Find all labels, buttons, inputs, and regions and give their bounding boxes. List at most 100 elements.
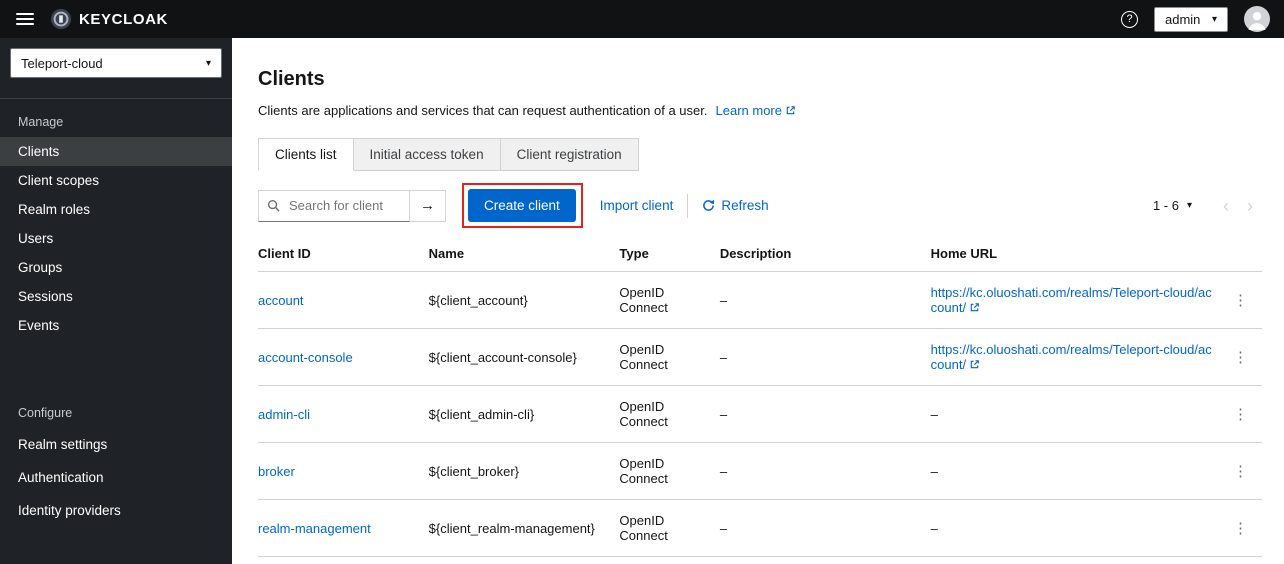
client-description: – [719,499,931,557]
client-name: ${client_account-console} [428,328,620,386]
tab-clients-list[interactable]: Clients list [258,138,354,171]
tab-bar: Clients list Initial access token Client… [258,138,639,171]
refresh-icon [703,199,715,211]
client-name: ${client_realm-management} [428,499,620,557]
client-type: OpenID Connect [619,385,720,443]
brand-text: KEYCLOAK [79,10,168,28]
kebab-menu-icon[interactable]: ⋮ [1229,293,1252,308]
home-url-empty: – [930,406,938,422]
user-menu-dropdown[interactable]: admin ▾ [1154,6,1228,32]
sidebar-item-authentication[interactable]: Authentication [0,461,232,494]
client-type: OpenID Connect [619,271,720,329]
clients-table: Client ID Name Type Description Home URL… [258,236,1262,564]
user-menu-label: admin [1165,11,1201,27]
client-description: – [719,556,931,564]
home-url-empty: – [930,520,938,536]
table-row: broker ${client_broker} OpenID Connect –… [258,442,1262,500]
pagination-next-button[interactable]: › [1238,197,1262,215]
create-client-annotation-box: Create client [462,183,583,228]
sidebar-item-clients[interactable]: Clients [0,137,232,166]
pagination-prev-button[interactable]: ‹ [1214,197,1238,215]
tab-client-registration[interactable]: Client registration [500,138,639,171]
main-content: Clients Clients are applications and ser… [232,38,1284,564]
client-id-link[interactable]: admin-cli [258,407,310,422]
refresh-button[interactable]: Refresh [702,198,769,213]
avatar[interactable] [1244,6,1270,32]
pagination-range-dropdown[interactable]: 1 - 6 ▾ [1153,198,1192,213]
sidebar-item-sessions[interactable]: Sessions [0,282,232,311]
realm-selector-dropdown[interactable]: Teleport-cloud ▾ [10,48,222,78]
client-name: ${client_broker} [428,442,620,500]
search-submit-button[interactable]: → [410,189,446,222]
sidebar-item-realm-roles[interactable]: Realm roles [0,195,232,224]
home-url-link[interactable]: https://kc.oluoshati.com/realms/Teleport… [931,342,1212,372]
client-description: – [719,328,931,386]
toolbar: → Create client Import client Refresh 1 … [258,183,1262,228]
table-row: account-console ${client_account-console… [258,328,1262,386]
chevron-down-icon: ▾ [1186,200,1192,211]
client-id-link[interactable]: account [258,293,304,308]
learn-more-link[interactable]: Learn more [716,103,796,118]
sidebar: Teleport-cloud ▾ Manage Clients Client s… [0,38,232,564]
client-description: – [719,442,931,500]
tab-initial-access-token[interactable]: Initial access token [353,138,501,171]
kebab-menu-icon[interactable]: ⋮ [1229,521,1252,536]
search-input[interactable] [258,189,410,222]
chevron-down-icon: ▾ [1211,13,1217,25]
client-description: – [719,385,931,443]
table-row: admin-cli ${client_admin-cli} OpenID Con… [258,385,1262,443]
kebab-menu-icon[interactable]: ⋮ [1229,350,1252,365]
section-label-manage: Manage [18,115,64,129]
help-icon[interactable]: ? [1121,10,1138,28]
toolbar-divider [687,193,689,218]
client-id-link[interactable]: broker [258,464,295,479]
column-header-name: Name [428,236,620,272]
client-name: ${client_account} [428,271,620,329]
sidebar-item-groups[interactable]: Groups [0,253,232,282]
top-bar: KEYCLOAK ? admin ▾ [0,0,1284,38]
column-header-type: Type [619,236,720,272]
realm-selector-label: Teleport-cloud [21,55,103,71]
kebab-menu-icon[interactable]: ⋮ [1229,407,1252,422]
sidebar-section-manage: Manage Clients Client scopes Realm roles… [0,99,232,340]
import-client-button[interactable]: Import client [600,198,674,213]
table-header-row: Client ID Name Type Description Home URL [258,236,1262,272]
hamburger-menu-icon[interactable] [16,13,34,25]
client-id-link[interactable]: realm-management [258,521,371,536]
client-name: ${client_security-admin-console} [428,556,620,564]
table-row: security-admin-console ${client_security… [258,556,1262,564]
sidebar-section-configure: Configure Realm settings Authentication … [0,390,232,527]
chevron-down-icon: ▾ [205,57,211,69]
column-header-actions [1221,236,1262,272]
table-row: realm-management ${client_realm-manageme… [258,499,1262,557]
page-title: Clients [258,68,325,90]
external-link-icon [786,106,795,115]
create-client-button[interactable]: Create client [468,189,576,222]
keycloak-logo-icon [50,8,72,30]
home-url-link[interactable]: https://kc.oluoshati.com/realms/Teleport… [931,285,1212,315]
avatar-icon [1244,6,1270,32]
client-type: OpenID Connect [619,499,720,557]
client-name: ${client_admin-cli} [428,385,620,443]
column-header-client-id: Client ID [258,236,429,272]
client-type: OpenID Connect [619,328,720,386]
external-link-icon [970,303,979,312]
client-id-link[interactable]: account-console [258,350,353,365]
sidebar-item-client-scopes[interactable]: Client scopes [0,166,232,195]
kebab-menu-icon[interactable]: ⋮ [1229,464,1252,479]
client-type: OpenID Connect [619,442,720,500]
home-url-empty: – [930,463,938,479]
sidebar-item-realm-settings[interactable]: Realm settings [0,428,232,461]
sidebar-item-users[interactable]: Users [0,224,232,253]
column-header-home-url: Home URL [930,236,1222,272]
client-description: – [719,271,931,329]
client-type: OpenID Connect [619,556,720,564]
pagination-range-label: 1 - 6 [1152,198,1179,213]
page-subtitle: Clients are applications and services th… [258,103,708,118]
keycloak-logo: KEYCLOAK [50,8,168,30]
table-row: account ${client_account} OpenID Connect… [258,271,1262,329]
sidebar-item-identity-providers[interactable]: Identity providers [0,494,232,527]
section-label-configure: Configure [18,406,73,420]
sidebar-item-events[interactable]: Events [0,311,232,340]
external-link-icon [970,360,979,369]
